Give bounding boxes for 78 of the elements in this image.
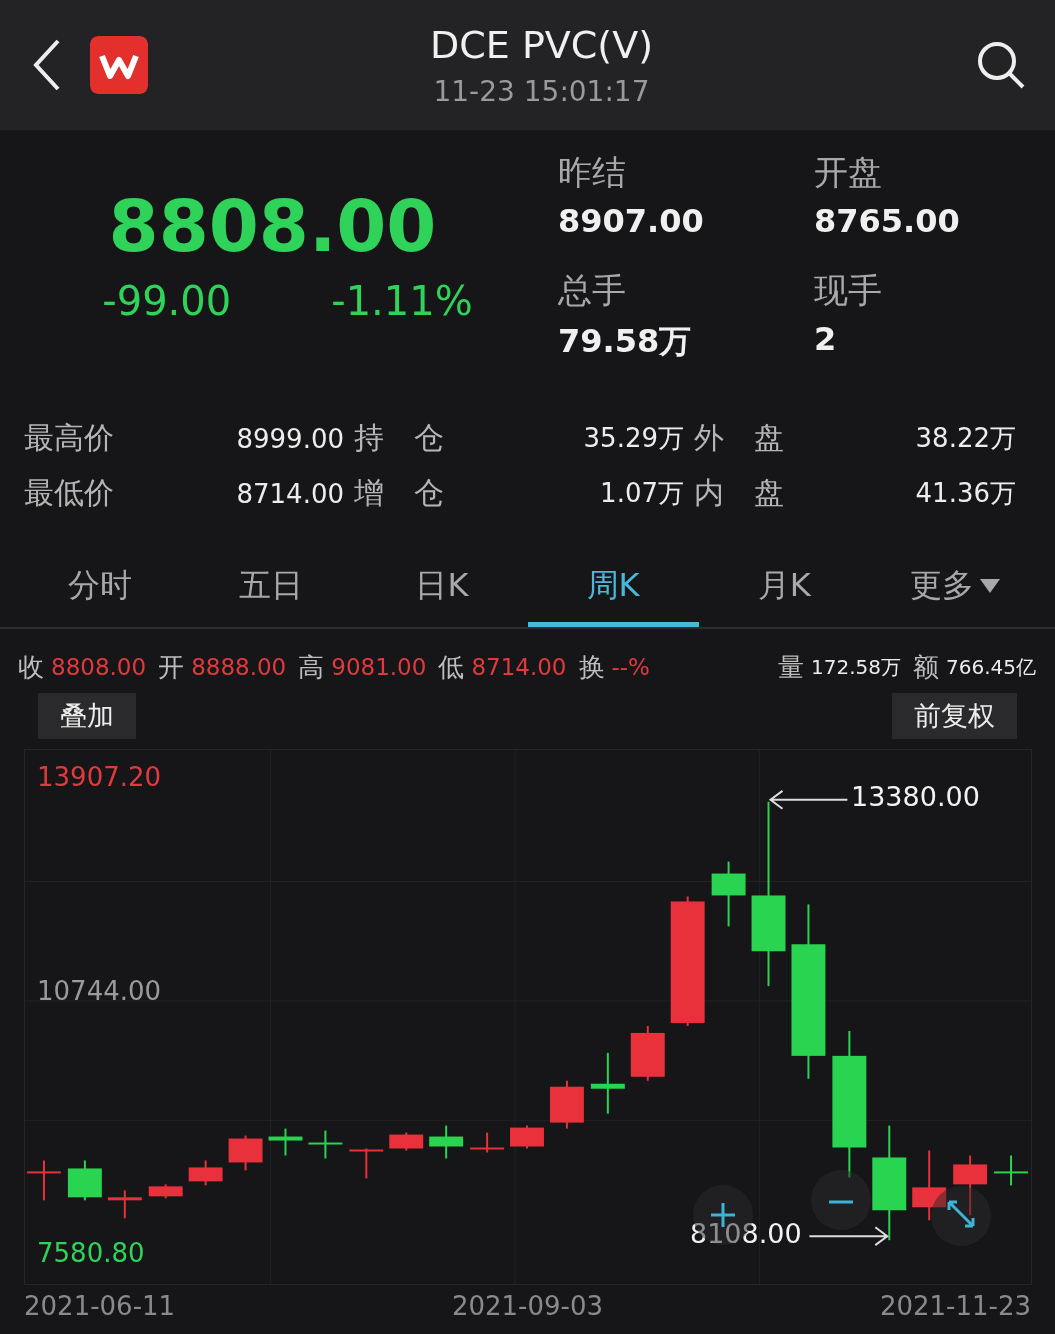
- axis-label: 10744.00: [37, 976, 162, 1006]
- candlestick: [429, 1124, 464, 1160]
- period-tab[interactable]: 周K: [527, 545, 699, 627]
- detail-label: 内 盘: [694, 474, 784, 512]
- app-logo-icon[interactable]: [90, 36, 148, 94]
- info-value: 8888.00: [191, 654, 287, 680]
- detail-label: 持 仓: [354, 419, 444, 457]
- candlestick: [188, 1159, 223, 1187]
- info-value: 8714.00: [471, 654, 567, 680]
- candlestick: [107, 1189, 142, 1220]
- candlestick: [308, 1129, 343, 1160]
- instrument-title: DCE PVC(V): [430, 22, 653, 67]
- date-label: 2021-11-23: [879, 1291, 1031, 1321]
- candlestick: [590, 1051, 625, 1115]
- stat-label: 开盘: [814, 151, 883, 194]
- candlestick: [549, 1079, 584, 1130]
- candlestick: [711, 860, 746, 928]
- candlestick: [148, 1183, 183, 1200]
- info-value: 766.45亿: [946, 653, 1036, 681]
- detail-value: 38.22万: [915, 422, 1016, 455]
- chart-option-button[interactable]: 前复权: [892, 693, 1017, 739]
- expand-icon[interactable]: [931, 1186, 991, 1246]
- stat-value: 2: [814, 320, 838, 358]
- candlestick: [349, 1147, 384, 1180]
- high-price-label: 13380.00: [851, 781, 980, 812]
- info-value: 172.58万: [811, 653, 901, 681]
- last-price: 8808.00: [108, 184, 437, 268]
- candlestick: [470, 1131, 505, 1154]
- info-label: 收: [18, 650, 44, 684]
- candlestick: [994, 1154, 1028, 1187]
- info-value: --%: [611, 654, 650, 680]
- candlestick: [510, 1124, 544, 1150]
- stat-value: 8765.00: [814, 202, 961, 240]
- low-price-label: 8108.00: [690, 1218, 802, 1249]
- info-label: 低: [438, 650, 465, 684]
- info-label: 量: [778, 650, 805, 684]
- detail-label: 外 盘: [694, 419, 784, 457]
- detail-label: 增 仓: [354, 474, 444, 512]
- period-tab[interactable]: 月K: [698, 545, 870, 627]
- candlestick: [67, 1159, 102, 1202]
- price-change: -99.00: [102, 278, 232, 324]
- detail-label: 最低价: [24, 474, 114, 512]
- stat-value: 8907.00: [558, 202, 705, 240]
- info-value: 8808.00: [51, 654, 147, 680]
- stat-label: 现手: [814, 269, 883, 312]
- detail-value: 8999.00: [236, 423, 344, 454]
- date-label: 2021-06-11: [24, 1291, 176, 1321]
- detail-value: 8714.00: [236, 478, 344, 509]
- detail-value: 41.36万: [915, 477, 1016, 510]
- axis-label: 13907.20: [37, 762, 162, 792]
- period-tab[interactable]: 五日: [185, 545, 357, 627]
- percent-change: -1.11%: [331, 278, 473, 324]
- candlestick: [27, 1159, 61, 1202]
- search-icon[interactable]: [975, 39, 1027, 91]
- info-label: 开: [158, 650, 185, 684]
- period-tab[interactable]: 更多: [869, 545, 1042, 627]
- candlestick: [953, 1154, 988, 1217]
- candlestick: [630, 1024, 665, 1082]
- date-label: 2021-09-03: [451, 1291, 604, 1321]
- detail-label: 最高价: [24, 419, 114, 457]
- candlestick: [389, 1131, 424, 1152]
- candlestick: [268, 1127, 303, 1157]
- detail-value: 35.29万: [583, 422, 684, 455]
- period-tab[interactable]: 分时: [14, 545, 186, 627]
- info-label: 高: [298, 650, 325, 684]
- zoom-out-icon[interactable]: [811, 1170, 871, 1230]
- period-tab[interactable]: 日K: [356, 545, 528, 627]
- info-label: 换: [578, 650, 605, 684]
- stat-value: 79.58万: [558, 321, 693, 362]
- chart-option-button[interactable]: 叠加: [38, 693, 136, 739]
- candlestick: [228, 1134, 263, 1172]
- info-value: 9081.00: [331, 654, 427, 680]
- quote-time: 11-23 15:01:17: [433, 74, 650, 108]
- stat-label: 昨结: [558, 151, 627, 194]
- stat-label: 总手: [558, 269, 627, 312]
- detail-value: 1.07万: [600, 477, 684, 510]
- axis-label: 7580.80: [37, 1238, 145, 1268]
- info-label: 额: [913, 650, 939, 684]
